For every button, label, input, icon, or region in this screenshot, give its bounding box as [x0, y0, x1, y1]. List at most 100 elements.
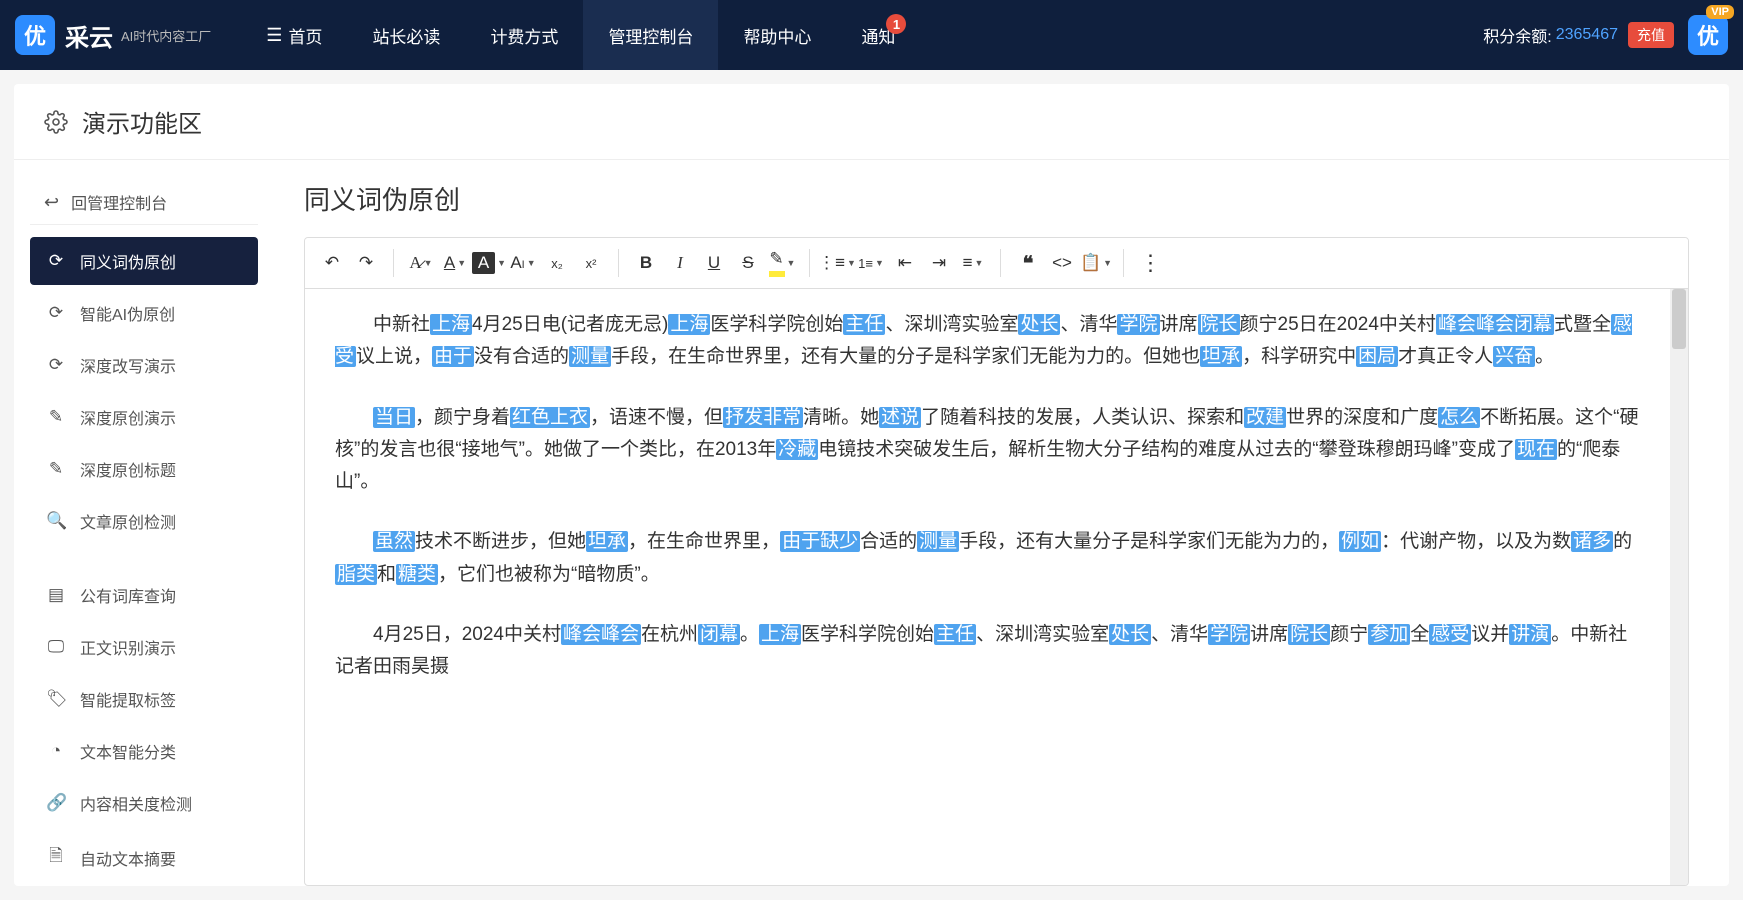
plain-text[interactable]: 合适的 [860, 531, 917, 552]
nav-home[interactable]: ☰ 首页 [241, 0, 347, 70]
highlighted-text[interactable]: 处长 [1109, 624, 1151, 645]
highlighted-text[interactable]: 诸多 [1571, 531, 1613, 552]
sidebar-item[interactable]: ⟳智能AI伪原创 [30, 289, 258, 337]
subscript-button[interactable]: x₂ [540, 246, 574, 280]
plain-text[interactable]: 医学科学院创始 [710, 314, 843, 335]
highlighted-text[interactable]: 峰会峰会闭幕 [1436, 314, 1554, 335]
plain-text[interactable]: ：代谢产物，以及为数 [1381, 531, 1571, 552]
plain-text[interactable]: 和 [377, 564, 396, 585]
plain-text[interactable]: 颜宁25日在2024中关村 [1240, 314, 1436, 335]
plain-text[interactable]: 议并 [1471, 624, 1509, 645]
highlighted-text[interactable]: 讲演 [1509, 624, 1551, 645]
brand-logo[interactable]: 优 采云 AI时代内容工厂 [15, 15, 211, 55]
highlighted-text[interactable]: 红色上衣 [510, 407, 590, 428]
editor-paragraph[interactable]: 中新社上海4月25日电(记者庞无忌)上海医学科学院创始主任、深圳湾实验室处长、清… [335, 309, 1640, 374]
plain-text[interactable]: 手段，在生命世界里，还有大量的分子是科学家们无能为力的。但她也 [611, 346, 1200, 367]
italic-button[interactable]: I [663, 246, 697, 280]
highlighted-text[interactable]: 学院 [1208, 624, 1250, 645]
plain-text[interactable]: 、清华 [1151, 624, 1208, 645]
plain-text[interactable]: 、清华 [1060, 314, 1117, 335]
plain-text[interactable]: 才真正令人 [1398, 346, 1493, 367]
clear-format-button[interactable]: A̷▼ [404, 246, 438, 280]
highlighted-text[interactable]: 坦承 [1200, 346, 1242, 367]
sidebar-item[interactable]: ▤公有词库查询 [30, 571, 258, 619]
sidebar-item[interactable]: ◔文本智能分类 [30, 727, 258, 775]
plain-text[interactable]: 议上说， [356, 346, 432, 367]
bold-button[interactable]: B [629, 246, 663, 280]
plain-text[interactable]: 。 [740, 624, 759, 645]
sidebar-item[interactable]: 🔍文章原创检测 [30, 497, 258, 545]
highlighted-text[interactable]: 感受 [1429, 624, 1471, 645]
highlighted-text[interactable]: 冷藏 [776, 439, 818, 460]
plain-text[interactable]: 了随着科技的发展，人类认识、探索和 [921, 407, 1244, 428]
highlighted-text[interactable]: 上海 [759, 624, 801, 645]
user-avatar[interactable]: 优 VIP [1688, 15, 1728, 55]
nav-console[interactable]: 管理控制台 [583, 0, 718, 70]
plain-text[interactable]: ，在生命世界里， [628, 531, 780, 552]
sidebar-item[interactable]: ✎深度原创演示 [30, 393, 258, 441]
plain-text[interactable]: 的 [1613, 531, 1632, 552]
plain-text[interactable]: 4月25日，2024中关村 [373, 624, 561, 645]
highlighted-text[interactable]: 由于 [432, 346, 474, 367]
highlighted-text[interactable]: 述说 [879, 407, 921, 428]
highlighted-text[interactable]: 坦承 [586, 531, 628, 552]
bg-color-button[interactable]: A▼ [472, 246, 506, 280]
highlighted-text[interactable]: 参加 [1368, 624, 1410, 645]
highlighted-text[interactable]: 虽然 [373, 531, 415, 552]
sidebar-item[interactable]: ✎深度原创标题 [30, 445, 258, 493]
plain-text[interactable]: 。 [1535, 346, 1554, 367]
underline-button[interactable]: U [697, 246, 731, 280]
plain-text[interactable]: ，语速不慢，但 [590, 407, 723, 428]
nav-mustread[interactable]: 站长必读 [347, 0, 465, 70]
editor-paragraph[interactable]: 4月25日，2024中关村峰会峰会在杭州闭幕。上海医学科学院创始主任、深圳湾实验… [335, 619, 1640, 684]
plain-text[interactable]: 、深圳湾实验室 [885, 314, 1018, 335]
plain-text[interactable]: 手段，还有大量分子是科学家们无能为力的， [959, 531, 1339, 552]
align-button[interactable]: ≡▼ [956, 246, 990, 280]
sidebar-item[interactable]: ⟳同义词伪原创 [30, 237, 258, 285]
plain-text[interactable]: 技术不断进步，但她 [415, 531, 586, 552]
redo-button[interactable]: ↷ [349, 246, 383, 280]
more-button[interactable]: ⋮ [1134, 246, 1168, 280]
font-color-button[interactable]: A▼ [438, 246, 472, 280]
highlighted-text[interactable]: 当日 [373, 407, 415, 428]
undo-button[interactable]: ↶ [315, 246, 349, 280]
bullet-list-button[interactable]: ⋮≡▼ [820, 246, 854, 280]
highlighted-text[interactable]: 抒发非常 [723, 407, 803, 428]
highlighted-text[interactable]: 兴奋 [1493, 346, 1535, 367]
highlighted-text[interactable]: 闭幕 [698, 624, 740, 645]
code-button[interactable]: <> [1045, 246, 1079, 280]
plain-text[interactable]: ，科学研究中 [1242, 346, 1356, 367]
editor-scrollbar[interactable] [1670, 289, 1688, 885]
plain-text[interactable]: 世界的深度和广度 [1286, 407, 1438, 428]
sidebar-item[interactable]: 🔗内容相关度检测 [30, 779, 258, 827]
highlighted-text[interactable]: 主任 [934, 624, 976, 645]
plain-text[interactable]: 颜宁 [1330, 624, 1368, 645]
outdent-button[interactable]: ⇤ [888, 246, 922, 280]
plain-text[interactable]: 没有合适的 [474, 346, 569, 367]
font-size-button[interactable]: AI▼ [506, 246, 540, 280]
highlighted-text[interactable]: 脂类 [335, 564, 377, 585]
plain-text[interactable]: 中新社 [373, 314, 430, 335]
recharge-button[interactable]: 充值 [1628, 22, 1674, 48]
highlighted-text[interactable]: 学院 [1117, 314, 1159, 335]
nav-notify[interactable]: 通知 1 [836, 0, 920, 70]
highlight-button[interactable]: ✎▼ [765, 246, 799, 280]
sidebar-item[interactable]: ⟳深度改写演示 [30, 341, 258, 389]
highlighted-text[interactable]: 院长 [1198, 314, 1240, 335]
indent-button[interactable]: ⇥ [922, 246, 956, 280]
plain-text[interactable]: 医学科学院创始 [801, 624, 934, 645]
highlighted-text[interactable]: 院长 [1288, 624, 1330, 645]
plain-text[interactable]: ，它们也被称为“暗物质”。 [438, 564, 660, 585]
quote-button[interactable]: ❝ [1011, 246, 1045, 280]
plain-text[interactable]: 清晰。她 [803, 407, 879, 428]
highlighted-text[interactable]: 处长 [1018, 314, 1060, 335]
highlighted-text[interactable]: 上海 [430, 314, 472, 335]
highlighted-text[interactable]: 峰会峰会 [561, 624, 641, 645]
scroll-thumb[interactable] [1672, 289, 1686, 349]
highlighted-text[interactable]: 怎么 [1438, 407, 1480, 428]
highlighted-text[interactable]: 现在 [1515, 439, 1557, 460]
highlighted-text[interactable]: 例如 [1339, 531, 1381, 552]
plain-text[interactable]: 、深圳湾实验室 [976, 624, 1109, 645]
ordered-list-button[interactable]: 1≡▼ [854, 246, 888, 280]
nav-help[interactable]: 帮助中心 [718, 0, 836, 70]
